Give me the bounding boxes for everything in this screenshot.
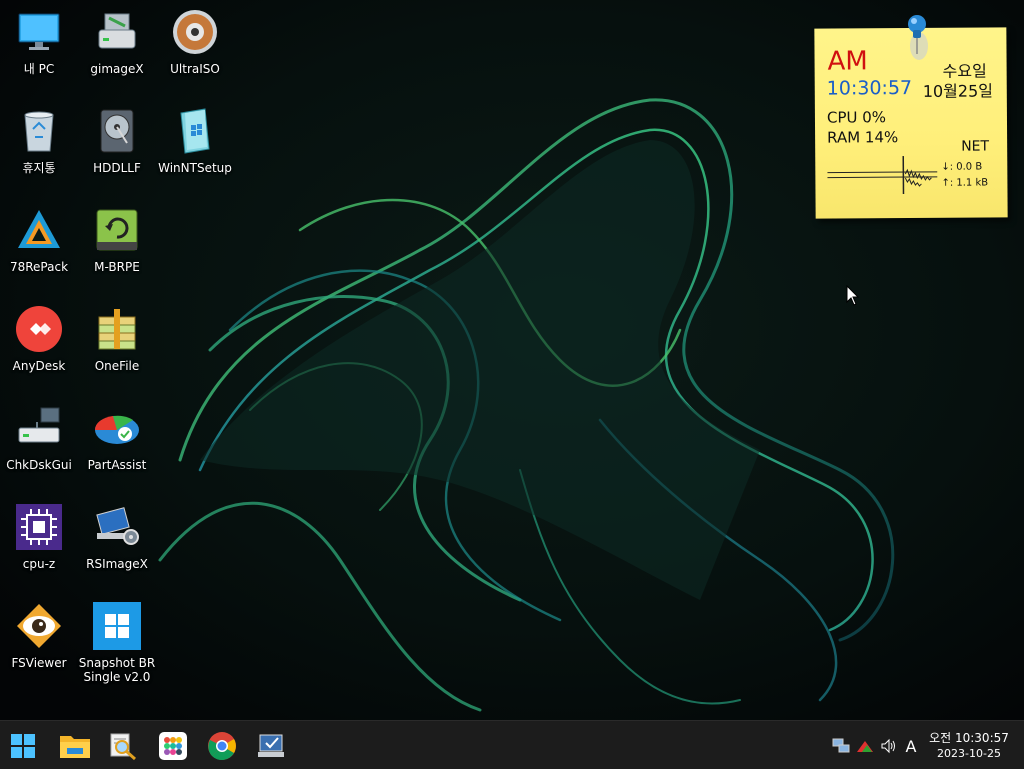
chrome-icon <box>207 731 237 761</box>
desktop-icon-partassist[interactable]: PartAssist <box>78 400 156 490</box>
desktop-icon-anydesk[interactable]: AnyDesk <box>0 301 78 391</box>
widget-ram-usage: RAM 14% <box>827 128 898 146</box>
desktop-icon-label: 내 PC <box>24 62 54 76</box>
desktop-icon-gimagex[interactable]: gimageX <box>78 4 156 94</box>
fsviewer-icon <box>15 602 63 650</box>
computer-icon <box>15 8 63 56</box>
m-brpe-icon <box>93 206 141 254</box>
mouse-pointer-icon <box>846 285 860 307</box>
desktop-icon-cpu-z[interactable]: cpu-z <box>0 499 78 589</box>
desktop-icon-label: Snapshot BR Single v2.0 <box>79 656 155 684</box>
desktop-icon-label: cpu-z <box>23 557 55 571</box>
partassist-icon <box>93 404 141 452</box>
desktop-icon-my-pc[interactable]: 내 PC <box>0 4 78 94</box>
search-tool-icon <box>108 731 138 761</box>
desktop-icon-recycle-bin[interactable]: 휴지통 <box>0 103 78 193</box>
desktop-icon-label: FSViewer <box>11 656 66 670</box>
taskbar-clock[interactable]: 오전 10:30:57 2023-10-25 <box>924 730 1014 762</box>
winntsetup-icon <box>171 107 219 155</box>
file-explorer-icon <box>59 732 91 760</box>
start-button[interactable] <box>6 729 40 763</box>
app-launcher-button[interactable] <box>156 729 190 763</box>
hddllf-icon <box>93 107 141 155</box>
desktop-icon-onefile[interactable]: OneFile <box>78 301 156 391</box>
desktop-icon-hddllf[interactable]: HDDLLF <box>78 103 156 193</box>
system-tool-button[interactable] <box>254 729 288 763</box>
system-tool-icon <box>256 731 286 761</box>
clock-date: 2023-10-25 <box>924 746 1014 762</box>
desktop-icon-label: RSImageX <box>86 557 148 571</box>
widget-net-down: ↓: 0.0 B <box>941 162 982 173</box>
desktop-icon-label: M-BRPE <box>94 260 140 274</box>
chkdsk-icon <box>15 404 63 452</box>
desktop-icon-label: PartAssist <box>88 458 147 472</box>
desktop-icon-m-brpe[interactable]: M-BRPE <box>78 202 156 292</box>
78repack-icon <box>15 206 63 254</box>
desktop-icon-ultraiso[interactable]: UltraISO <box>156 4 234 94</box>
desktop-icon-label: ChkDskGui <box>6 458 72 472</box>
file-explorer-button[interactable] <box>58 729 92 763</box>
gimagex-icon <box>93 8 141 56</box>
widget-ampm: AM <box>827 46 867 76</box>
widget-date: 10월25일 <box>923 77 993 101</box>
clock-time: 오전 10:30:57 <box>924 730 1014 746</box>
desktop-icon-rsimagex[interactable]: RSImageX <box>78 499 156 589</box>
desktop-icon-label: HDDLLF <box>93 161 141 175</box>
onefile-icon <box>93 305 141 353</box>
snapshot-icon <box>93 602 141 650</box>
desktop-icon-label: AnyDesk <box>13 359 66 373</box>
desktop-icon-label: 78RePack <box>10 260 68 274</box>
desktop-icon-label: OneFile <box>95 359 140 373</box>
network-icon[interactable] <box>832 737 850 755</box>
desktop-icon-fsviewer[interactable]: FSViewer <box>0 598 78 688</box>
input-mode-icon[interactable]: A <box>902 737 920 755</box>
desktop-icon-winntsetup[interactable]: WinNTSetup <box>156 103 234 193</box>
taskbar: A 오전 10:30:57 2023-10-25 <box>0 720 1024 769</box>
widget-cpu-usage: CPU 0% <box>827 108 886 126</box>
widget-time: 10:30:57 <box>827 77 912 100</box>
tray-app-icon[interactable] <box>856 737 874 755</box>
search-tool-button[interactable] <box>106 729 140 763</box>
desktop-icon-label: UltraISO <box>170 62 220 76</box>
start-icon <box>10 733 36 759</box>
anydesk-icon <box>15 305 63 353</box>
desktop-icon-label: gimageX <box>90 62 143 76</box>
desktop-icon-label: WinNTSetup <box>158 161 232 175</box>
recycle-bin-icon <box>15 107 63 155</box>
desktop-icon-78repack[interactable]: 78RePack <box>0 202 78 292</box>
desktop-icon-snapshot[interactable]: Snapshot BR Single v2.0 <box>78 598 156 688</box>
pushpin-icon <box>900 10 934 70</box>
network-graph <box>827 156 937 197</box>
volume-icon[interactable] <box>880 737 898 755</box>
widget-net-label: NET <box>961 138 989 154</box>
cpu-z-icon <box>15 503 63 551</box>
chrome-button[interactable] <box>205 729 239 763</box>
ultraiso-icon <box>171 8 219 56</box>
widget-net-up: ↑: 1.1 kB <box>941 177 988 188</box>
rsimagex-icon <box>93 503 141 551</box>
desktop-icon-label: 휴지통 <box>22 161 55 175</box>
desktop-icon-chkdskgui[interactable]: ChkDskGui <box>0 400 78 490</box>
app-launcher-icon <box>159 732 187 760</box>
